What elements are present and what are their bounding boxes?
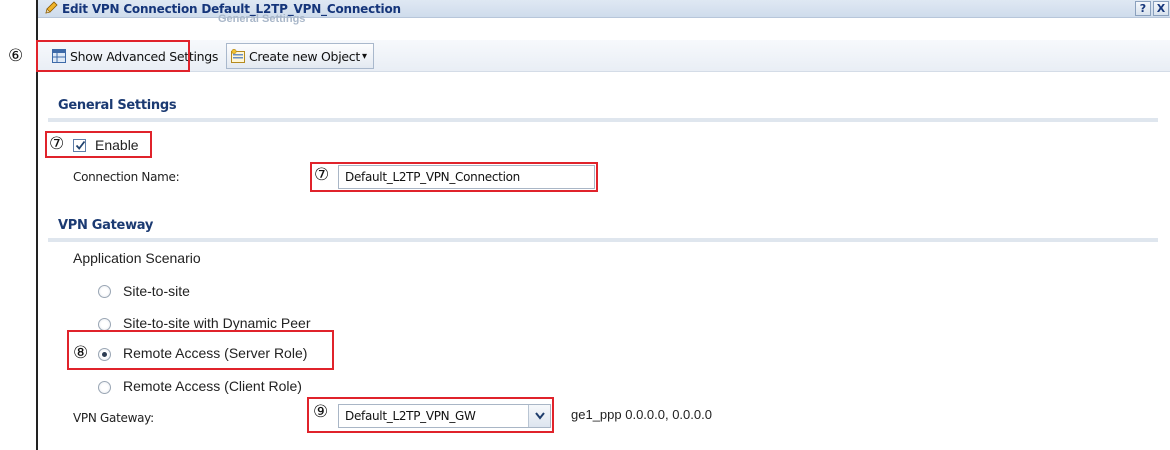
annotation-number-7b: ⑦	[314, 165, 330, 185]
radio-remote-access-client[interactable]	[98, 381, 111, 394]
radio-label-site-to-site: Site-to-site	[123, 283, 190, 299]
annotation-number-9: ⑨	[313, 402, 329, 422]
radio-label-remote-access-client: Remote Access (Client Role)	[123, 378, 302, 394]
application-scenario-label: Application Scenario	[73, 250, 201, 266]
connection-name-label: Connection Name:	[73, 170, 180, 184]
chevron-down-icon: ▾	[361, 50, 367, 62]
pencil-icon	[44, 1, 58, 20]
annotation-number-6: ⑥	[8, 46, 24, 66]
annotation-box-advanced-settings	[36, 40, 190, 72]
radio-label-site-to-site-dynamic-peer: Site-to-site with Dynamic Peer	[123, 315, 311, 331]
annotation-number-7a: ⑦	[49, 134, 65, 154]
close-button[interactable]: X	[1153, 1, 1169, 16]
vpn-gateway-divider	[48, 238, 1158, 242]
annotation-number-8: ⑧	[73, 343, 89, 363]
dialog-titlebar: Edit VPN Connection Default_L2TP_VPN_Con…	[38, 0, 1170, 25]
annotation-box-vpn-gateway	[307, 397, 554, 433]
general-settings-divider	[48, 118, 1158, 122]
toolbar: Show Advanced Settings Create new Object…	[38, 40, 1170, 72]
create-new-object-label: Create new Object	[249, 48, 360, 64]
radio-site-to-site[interactable]	[98, 285, 111, 298]
annotation-box-remote-access-server	[67, 330, 334, 370]
dialog-ghost-title: General Settings	[218, 13, 306, 25]
vpn-gateway-info: ge1_ppp 0.0.0.0, 0.0.0.0	[571, 407, 712, 422]
create-new-object-button[interactable]: Create new Object ▾	[226, 43, 374, 69]
vpn-gateway-title: VPN Gateway	[58, 218, 154, 233]
help-button[interactable]: ?	[1135, 1, 1151, 16]
vpn-gateway-label: VPN Gateway:	[73, 411, 154, 425]
annotation-box-connection-name	[310, 162, 598, 192]
new-object-icon	[231, 48, 245, 63]
general-settings-title: General Settings	[58, 98, 177, 113]
